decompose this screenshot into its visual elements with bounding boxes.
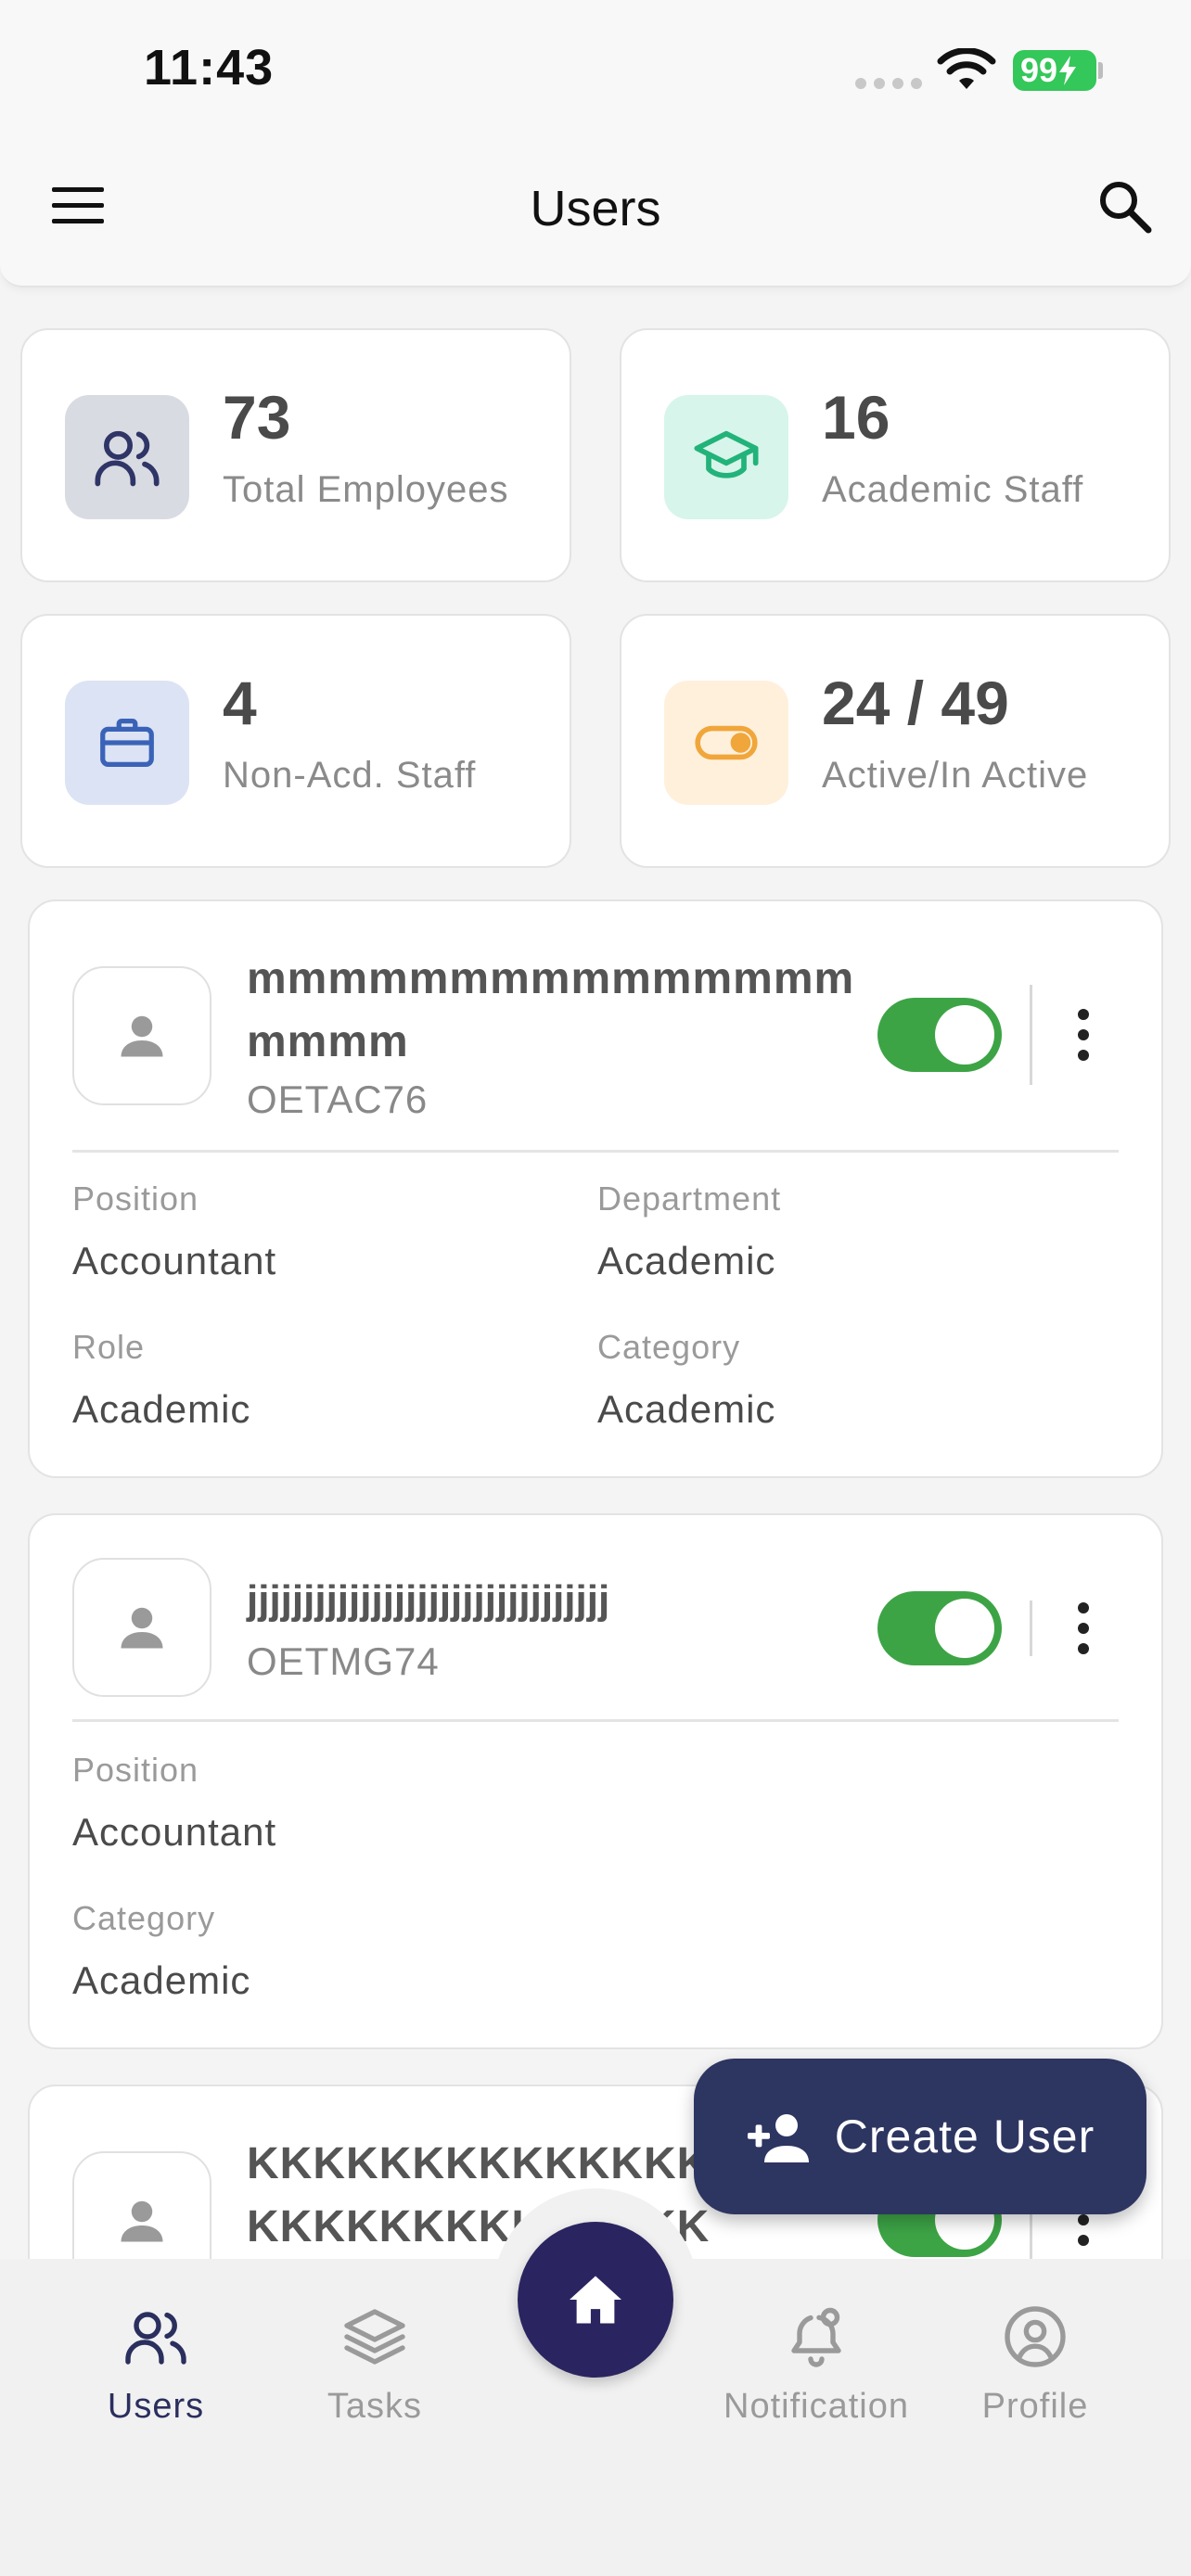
user-name: mmmmmmmmmmmmmmmmmmm	[247, 954, 855, 1066]
user-card[interactable]: jjjjjjjjjjjjjjjjjjjjjjjjjjjjjjjj OETMG74…	[28, 1513, 1163, 2049]
search-icon[interactable]	[1095, 176, 1154, 236]
create-user-button[interactable]: Create User	[694, 2059, 1146, 2214]
avatar	[72, 966, 211, 1105]
briefcase-icon	[100, 719, 154, 767]
card-divider	[72, 1150, 1119, 1153]
employee-code: OETAC76	[247, 1078, 429, 1121]
nav-label: Users	[107, 2387, 205, 2426]
nav-item-notification[interactable]: Notification	[714, 2303, 918, 2427]
stat-label: Academic Staff	[822, 469, 1084, 510]
nav-item-profile[interactable]: Profile	[933, 2303, 1137, 2427]
divider	[1030, 1600, 1032, 1656]
stat-icon-bg	[664, 681, 788, 805]
create-user-label: Create User	[834, 2111, 1095, 2162]
battery-tip	[1098, 62, 1103, 79]
toggle-icon	[695, 725, 758, 760]
more-vertical-icon[interactable]	[1074, 1600, 1093, 1656]
field-value: Accountant	[72, 1810, 277, 1854]
add-user-icon	[747, 2114, 809, 2162]
more-vertical-icon[interactable]	[1074, 1007, 1093, 1063]
card-divider	[72, 1719, 1119, 1722]
stat-label: Active/In Active	[822, 755, 1089, 796]
field-value: Academic	[597, 1239, 776, 1282]
cellular-signal-icon	[855, 78, 922, 89]
nav-label: Profile	[981, 2387, 1089, 2426]
app-bar: Users	[0, 139, 1191, 287]
stat-card-academic-staff[interactable]: 16 Academic Staff	[620, 328, 1171, 582]
stat-card-total-employees[interactable]: 73 Total Employees	[20, 328, 571, 582]
person-icon	[121, 1015, 163, 1057]
field-value: Accountant	[72, 1239, 277, 1282]
nav-item-users[interactable]: Users	[54, 2303, 258, 2427]
field-value: Academic	[597, 1387, 776, 1431]
charging-bolt-icon	[1059, 56, 1077, 85]
stat-icon-bg	[664, 395, 788, 519]
field-label: Department	[597, 1180, 782, 1218]
layers-icon	[344, 2309, 405, 2365]
field-label: Position	[72, 1180, 199, 1218]
bell-icon	[791, 2307, 841, 2367]
stat-card-active-inactive[interactable]: 24 / 49 Active/In Active	[620, 614, 1171, 868]
field-label: Role	[72, 1328, 146, 1366]
home-button[interactable]	[518, 2222, 673, 2378]
stat-icon-bg	[65, 395, 189, 519]
stat-value: 24 / 49	[822, 669, 1009, 737]
field-value: Academic	[72, 1387, 251, 1431]
nav-item-tasks[interactable]: Tasks	[273, 2303, 477, 2427]
wifi-icon	[937, 48, 996, 89]
nav-label: Tasks	[327, 2387, 423, 2426]
field-label: Category	[72, 1899, 216, 1937]
user-name: jjjjjjjjjjjjjjjjjjjjjjjjjjjjjjjj	[247, 1577, 610, 1623]
stat-value: 4	[223, 669, 257, 737]
profile-icon	[1005, 2306, 1066, 2367]
employee-code: OETMG74	[247, 1639, 440, 1683]
person-icon	[121, 1607, 163, 1649]
stat-label: Non-Acd. Staff	[223, 755, 477, 796]
page-title: Users	[530, 181, 661, 236]
field-label: Category	[597, 1328, 741, 1366]
divider	[1030, 985, 1032, 1085]
nav-label: Notification	[724, 2387, 909, 2426]
user-card[interactable]: mmmmmmmmmmmmmmmmmmm OETAC76 Position Acc…	[28, 899, 1163, 1478]
battery-indicator: 99	[1013, 50, 1096, 91]
person-icon	[121, 2200, 163, 2242]
home-icon	[570, 2276, 621, 2324]
battery-level: 99	[1020, 51, 1058, 89]
stat-value: 73	[223, 383, 291, 452]
active-toggle[interactable]	[877, 998, 1002, 1072]
status-bar: 11:43 99	[0, 0, 1191, 139]
stat-card-non-academic-staff[interactable]: 4 Non-Acd. Staff	[20, 614, 571, 868]
avatar	[72, 1558, 211, 1697]
graduation-cap-icon	[694, 430, 759, 478]
field-label: Position	[72, 1751, 199, 1789]
active-toggle[interactable]	[877, 1591, 1002, 1665]
stat-icon-bg	[65, 681, 189, 805]
status-time: 11:43	[144, 40, 275, 96]
stat-label: Total Employees	[223, 469, 509, 510]
users-icon	[95, 430, 160, 487]
field-value: Academic	[72, 1958, 251, 2002]
users-icon	[125, 2312, 186, 2365]
stat-value: 16	[822, 383, 890, 452]
